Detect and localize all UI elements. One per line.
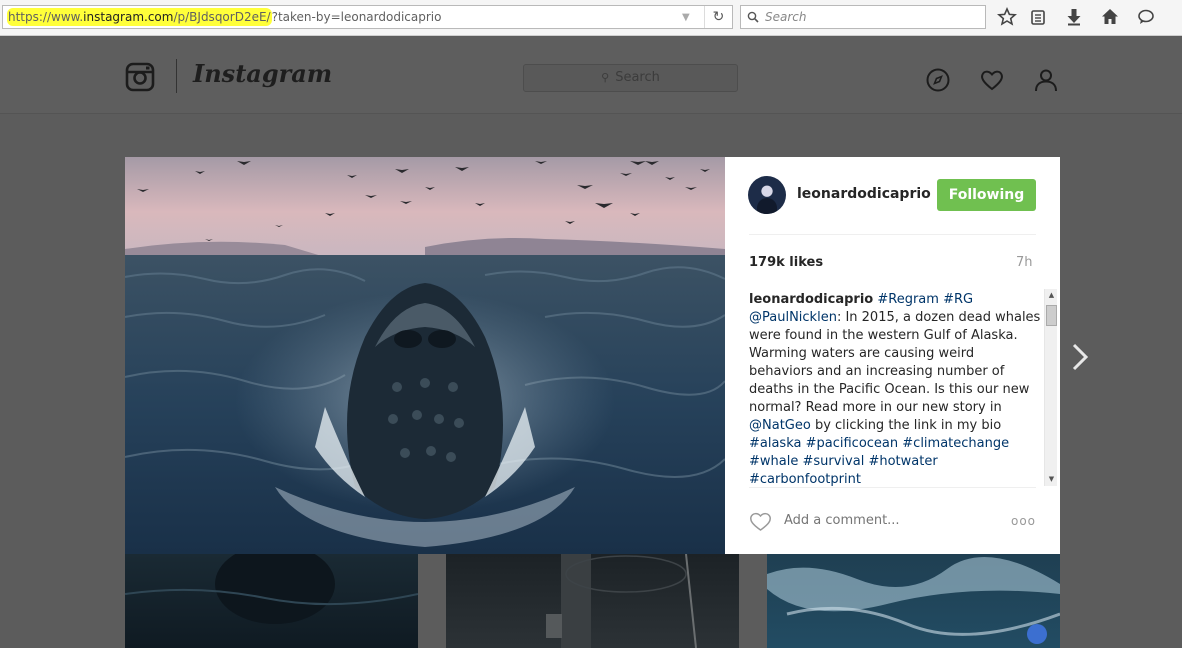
mention-link[interactable]: @NatGeo <box>749 418 811 433</box>
browser-search-input[interactable]: Search <box>740 5 986 29</box>
caption-author[interactable]: leonardodicaprio <box>749 292 873 307</box>
whale-photo-illustration <box>125 157 725 554</box>
caption-text: by clicking the link in my bio <box>810 418 1002 433</box>
hashtag-link[interactable]: #whale <box>749 454 798 469</box>
grid-thumbnail[interactable] <box>767 554 1060 648</box>
scroll-down-icon[interactable]: ▼ <box>1045 473 1058 486</box>
search-icon <box>747 11 759 23</box>
hashtag-link[interactable]: #climatechange <box>902 436 1009 451</box>
reload-icon[interactable]: ↻ <box>704 6 732 28</box>
instagram-header: Instagram ⚲ Search <box>0 37 1182 114</box>
next-post-chevron-icon[interactable] <box>1068 340 1092 374</box>
caption-scrollbar[interactable]: ▲ ▼ <box>1044 289 1057 486</box>
reading-list-icon[interactable] <box>1028 7 1048 27</box>
post-username[interactable]: leonardodicaprio <box>797 186 931 202</box>
instagram-search-placeholder: Search <box>615 70 660 85</box>
grid-thumbnail[interactable] <box>446 554 739 648</box>
dropdown-arrow-icon[interactable]: ▼ <box>682 12 694 24</box>
chat-icon[interactable] <box>1136 7 1156 27</box>
bookmark-star-icon[interactable] <box>997 7 1017 27</box>
like-heart-icon[interactable] <box>749 511 772 531</box>
download-icon[interactable] <box>1064 7 1084 27</box>
avatar[interactable] <box>748 176 786 214</box>
url-path: /p/BJdsqorD2eE/ <box>173 10 271 24</box>
more-options-icon[interactable]: ooo <box>1011 514 1036 528</box>
post-details-panel: leonardodicaprio Following 179k likes 7h… <box>725 157 1060 554</box>
home-icon[interactable] <box>1100 7 1120 27</box>
post-photo[interactable] <box>125 157 725 554</box>
browser-search-placeholder: Search <box>765 10 807 24</box>
profile-icon[interactable] <box>1033 67 1059 93</box>
url-prefix: https://www. <box>8 10 84 24</box>
instagram-search-input[interactable]: ⚲ Search <box>523 64 738 92</box>
hashtag-link[interactable]: #survival <box>802 454 864 469</box>
header-divider <box>176 59 177 93</box>
instagram-wordmark[interactable]: Instagram <box>193 59 332 88</box>
browser-toolbar: https://www.instagram.com/p/BJdsqorD2eE/… <box>0 0 1182 36</box>
hashtag-link[interactable]: #carbonfootprint <box>749 472 861 486</box>
activity-heart-icon[interactable] <box>979 67 1005 93</box>
scroll-up-icon[interactable]: ▲ <box>1045 289 1058 302</box>
grid-thumbnail[interactable] <box>125 554 418 648</box>
mention-link[interactable]: @PaulNicklen <box>749 310 837 325</box>
add-comment-input[interactable] <box>784 509 984 531</box>
hashtag-link[interactable]: #hotwater <box>868 454 937 469</box>
url-highlight: https://www.instagram.com/p/BJdsqorD2eE/ <box>7 8 272 26</box>
caption: leonardodicaprio #Regram #RG @PaulNickle… <box>749 291 1041 486</box>
thumbnail-whale-illustration <box>125 554 418 624</box>
thumbnail-ice-illustration <box>767 557 1060 644</box>
hashtag-link[interactable]: #RG <box>943 292 973 307</box>
likes-count[interactable]: 179k likes <box>749 255 823 270</box>
instagram-camera-icon[interactable] <box>125 62 155 92</box>
url-domain: instagram.com <box>83 10 174 24</box>
caption-text: : In 2015, a dozen dead whales were foun… <box>749 310 1041 415</box>
post-time[interactable]: 7h <box>1016 255 1033 270</box>
hashtag-link[interactable]: #alaska <box>749 436 801 451</box>
divider <box>749 487 1036 488</box>
following-button[interactable]: Following <box>937 179 1036 211</box>
scrollbar-thumb[interactable] <box>1046 305 1057 326</box>
url-query: ?taken-by=leonardodicaprio <box>271 10 442 24</box>
explore-compass-icon[interactable] <box>925 67 951 93</box>
hashtag-link[interactable]: #pacificocean <box>806 436 899 451</box>
divider <box>749 234 1036 235</box>
url-bar[interactable]: https://www.instagram.com/p/BJdsqorD2eE/… <box>2 5 733 29</box>
search-icon: ⚲ <box>601 71 610 84</box>
hashtag-link[interactable]: #Regram <box>877 292 939 307</box>
thumbnail-road-illustration <box>546 554 697 648</box>
